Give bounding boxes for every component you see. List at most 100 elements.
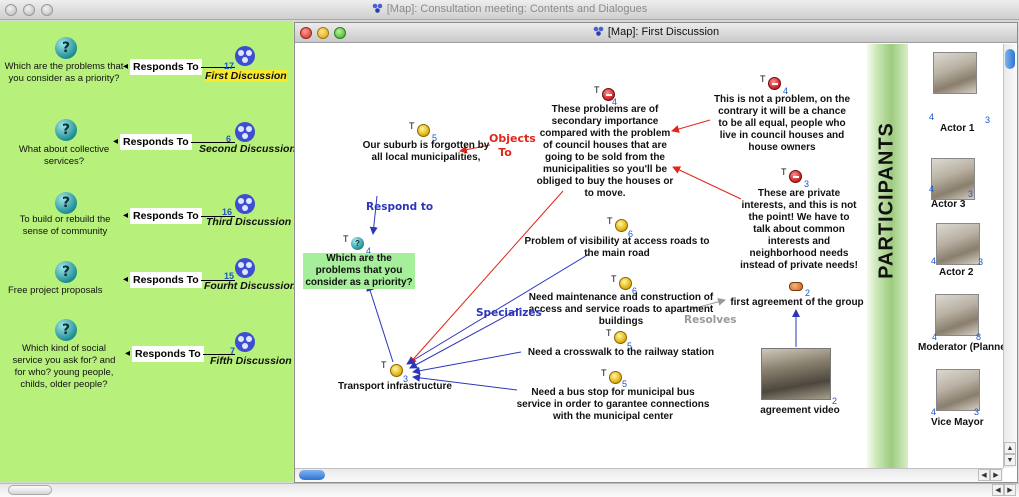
- outer-window-title: [Map]: Consultation meeting: Contents an…: [0, 3, 1019, 15]
- node-tag: T: [343, 234, 349, 244]
- node-tag: T: [607, 216, 613, 226]
- scroll-up-arrow-icon[interactable]: ▲: [1004, 442, 1016, 454]
- objects-to-label: Objects To: [489, 132, 536, 159]
- node-tag: T: [409, 121, 415, 131]
- participant-name: Actor 3: [931, 199, 966, 210]
- scroll-down-arrow-icon[interactable]: ▼: [1004, 454, 1016, 466]
- node-tag: T: [601, 368, 607, 378]
- map-node[interactable]: This is not a problem, on the contrary i…: [712, 94, 852, 154]
- arrowhead-icon: ◂: [123, 274, 129, 285]
- participant-count-right: 8: [976, 332, 982, 342]
- map-node[interactable]: These problems are of secondary importan…: [535, 104, 675, 200]
- participant-avatar[interactable]: [936, 223, 980, 265]
- horizontal-scrollbar[interactable]: [295, 468, 1003, 482]
- participant-avatar[interactable]: [936, 369, 980, 411]
- node-tag: T: [611, 274, 617, 284]
- participant-count-right: 3: [978, 257, 984, 267]
- map-node-icon[interactable]: [234, 331, 256, 353]
- responds-to-label: Responds To: [120, 134, 192, 150]
- inner-window-title: [Map]: First Discussion: [295, 26, 1017, 38]
- map-node[interactable]: Need a crosswalk to the railway station: [521, 347, 721, 359]
- outer-window-title-text: [Map]: Consultation meeting: Contents an…: [386, 3, 648, 15]
- idea-bulb-icon[interactable]: [614, 331, 627, 344]
- node-tag: T: [760, 74, 766, 84]
- participant-count-right: 3: [974, 407, 980, 417]
- specializes-link: [412, 351, 522, 375]
- map-node[interactable]: agreement video: [755, 405, 845, 417]
- idea-bulb-icon[interactable]: [619, 277, 632, 290]
- outer-horizontal-scroll-thumb[interactable]: [8, 485, 52, 495]
- outer-horizontal-scrollbar[interactable]: [0, 483, 1019, 497]
- question-label[interactable]: To build or rebuild the sense of communi…: [10, 214, 120, 238]
- question-label[interactable]: Free project proposals: [8, 285, 128, 297]
- resolves-label: Resolves: [684, 314, 737, 326]
- map-node-icon[interactable]: [234, 121, 256, 143]
- objects-link: [672, 166, 742, 200]
- idea-bulb-icon[interactable]: [417, 124, 430, 137]
- responds-to-label: Responds To: [130, 272, 202, 288]
- horizontal-scroll-thumb[interactable]: [299, 470, 325, 480]
- map-node[interactable]: Our suburb is forgotten by all local mun…: [361, 140, 491, 164]
- map-node-icon[interactable]: [234, 193, 256, 215]
- question-icon[interactable]: ?: [55, 119, 77, 141]
- participant-count-right: 3: [985, 115, 991, 125]
- map-node[interactable]: first agreement of the group: [727, 297, 867, 309]
- responds-to-label: Responds To: [130, 59, 202, 75]
- question-icon[interactable]: ?: [351, 237, 364, 250]
- map-node[interactable]: These are private interests, and this is…: [739, 188, 859, 272]
- participant-name: Actor 1: [940, 123, 975, 134]
- idea-bulb-icon[interactable]: [390, 364, 403, 377]
- arrowhead-icon: ◂: [125, 348, 131, 359]
- respond-to-label: Respond to: [366, 201, 434, 213]
- map-node[interactable]: Which are the problems that you consider…: [303, 253, 415, 289]
- arrowhead-icon: ◂: [123, 61, 129, 72]
- question-icon[interactable]: ?: [55, 192, 77, 214]
- map-node[interactable]: Transport infrastructure: [333, 381, 457, 393]
- discussion-label[interactable]: Fifth Discussion: [210, 355, 292, 367]
- discussion-label[interactable]: Fourht Discussion: [204, 280, 296, 292]
- con-icon[interactable]: [768, 77, 781, 90]
- discussion-label[interactable]: First Discussion: [205, 70, 287, 82]
- participants-title: PARTICIPANTS: [875, 122, 898, 279]
- inner-map-window: [Map]: First Discussion T 5 Our suburb i…: [294, 22, 1018, 483]
- responds-to-label: Responds To: [132, 346, 204, 362]
- scroll-left-arrow-icon[interactable]: ◀: [978, 469, 990, 481]
- arrowhead-icon: ◂: [123, 210, 129, 221]
- map-node-icon[interactable]: [234, 45, 256, 67]
- participant-avatar[interactable]: [935, 294, 979, 336]
- discussion-label[interactable]: Third Discussion: [206, 216, 291, 228]
- map-icon: [372, 3, 383, 13]
- participant-count-left: 4: [929, 184, 935, 194]
- question-label[interactable]: Which kind of social service you ask for…: [6, 343, 122, 391]
- specializes-label: Specializes: [476, 307, 542, 319]
- outer-scroll-right-arrow-icon[interactable]: ▶: [1004, 484, 1016, 496]
- respond-link: [366, 283, 394, 363]
- vertical-scrollbar[interactable]: [1003, 44, 1017, 468]
- idea-bulb-icon[interactable]: [609, 371, 622, 384]
- question-icon[interactable]: ?: [55, 319, 77, 341]
- idea-bulb-icon[interactable]: [615, 219, 628, 232]
- question-label[interactable]: What about collective services?: [4, 144, 124, 168]
- participant-name: Actor 2: [939, 267, 974, 278]
- discussion-label[interactable]: Second Discussion: [199, 143, 296, 155]
- participant-count-left: 4: [931, 407, 937, 417]
- objects-link: [408, 190, 564, 365]
- map-canvas[interactable]: T 5 Our suburb is forgotten by all local…: [295, 44, 1003, 468]
- map-node[interactable]: Need a bus stop for municipal bus servic…: [515, 387, 711, 423]
- question-icon[interactable]: ?: [55, 261, 77, 283]
- map-node-icon[interactable]: [234, 257, 256, 279]
- vertical-scroll-thumb[interactable]: [1005, 49, 1015, 69]
- participant-name: Moderator (Planne: [918, 342, 1003, 353]
- map-node[interactable]: Problem of visibility at access roads to…: [519, 236, 715, 260]
- participant-avatar[interactable]: [933, 52, 977, 94]
- question-icon[interactable]: ?: [55, 37, 77, 59]
- arrowhead-icon: ◂: [113, 136, 119, 147]
- video-thumbnail[interactable]: [761, 348, 831, 400]
- con-icon[interactable]: [789, 170, 802, 183]
- map-icon: [593, 26, 604, 36]
- agreement-icon[interactable]: [789, 282, 803, 291]
- participant-count-left: 4: [929, 112, 935, 122]
- question-label[interactable]: Which are the problems that you consider…: [4, 61, 124, 85]
- outer-scroll-left-arrow-icon[interactable]: ◀: [992, 484, 1004, 496]
- scroll-right-arrow-icon[interactable]: ▶: [990, 469, 1002, 481]
